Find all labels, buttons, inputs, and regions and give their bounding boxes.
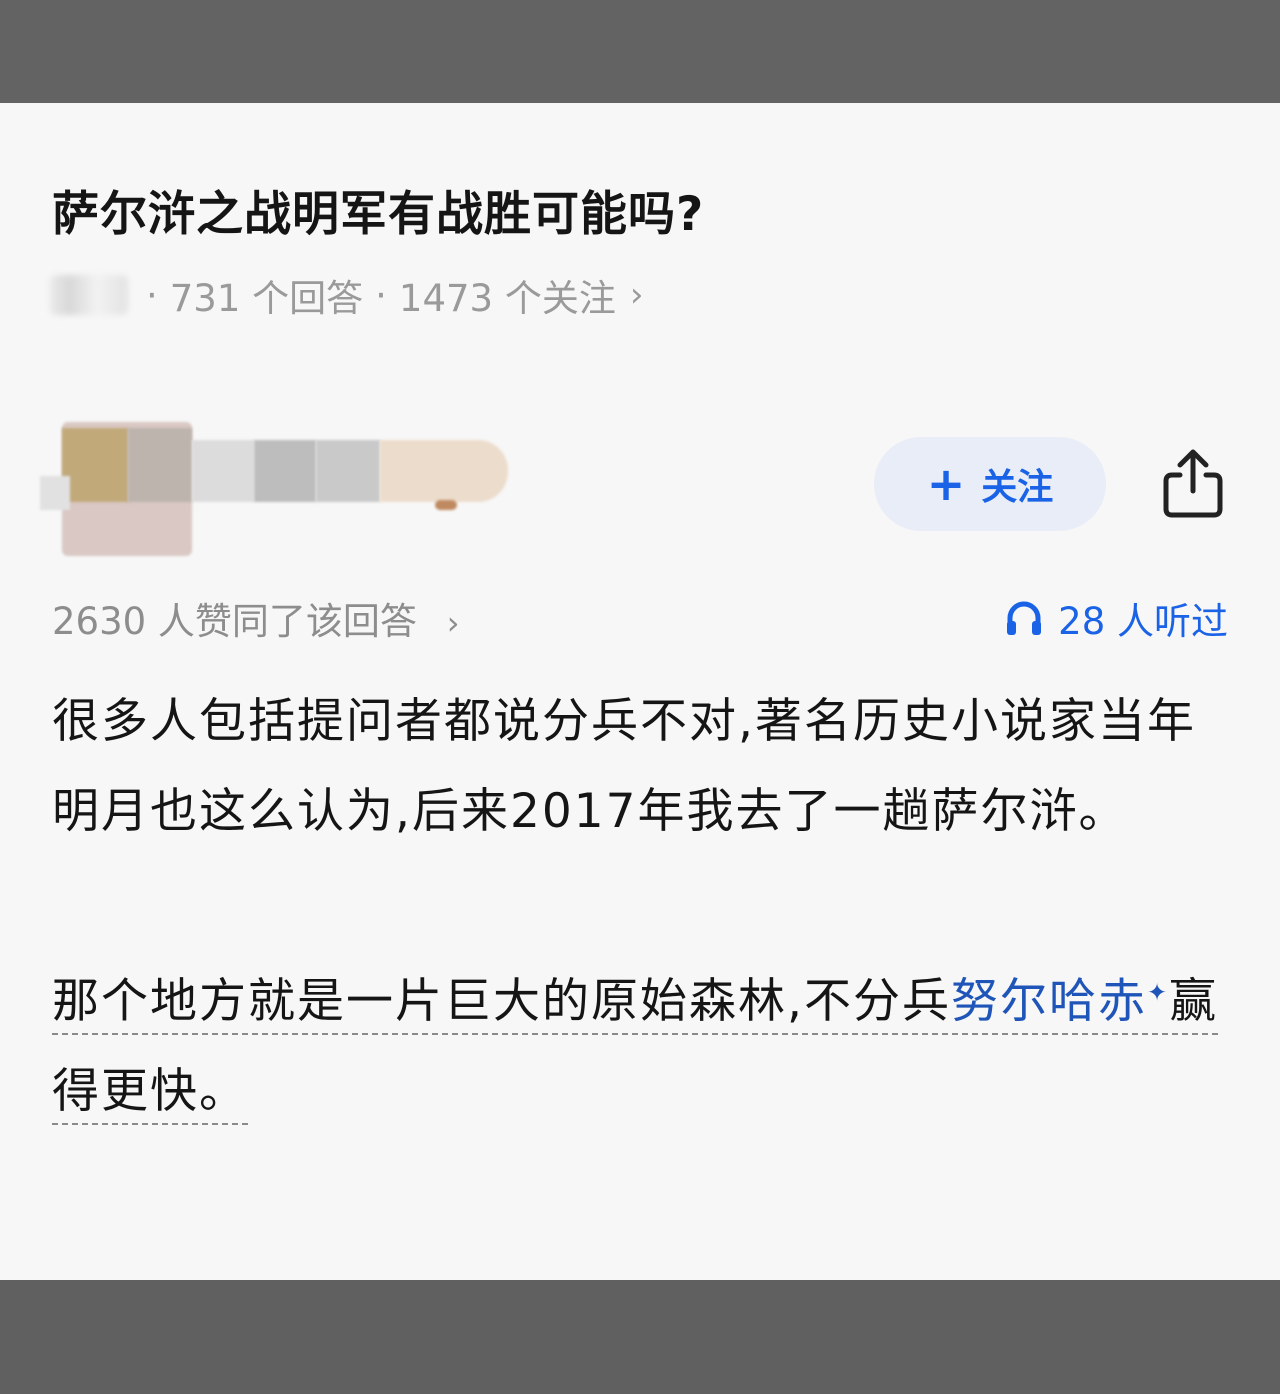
keyword-link-nurhaci[interactable]: 努尔哈赤	[951, 974, 1147, 1029]
answers-count: 731 个回答	[169, 277, 364, 320]
answer-card: 萨尔浒之战明军有战胜可能吗? · 731 个回答 · 1473 个关注 › + …	[0, 103, 1280, 1280]
followers-count: 1473 个关注	[398, 277, 616, 320]
blurred-source-label	[50, 275, 128, 315]
sparkle-icon: ✦	[1146, 978, 1170, 1006]
listen-count: 28 人听过	[1058, 600, 1228, 643]
answer-paragraph: 那个地方就是一片巨大的原始森林,不分兵努尔哈赤✦赢得更快。	[52, 947, 1232, 1137]
answer-paragraph: 很多人包括提问者都说分兵不对,著名历史小说家当年明月也这么认为,后来2017年我…	[52, 694, 1196, 839]
answer-text: 那个地方就是一片巨大的原始森林,不分兵	[52, 973, 951, 1029]
blurred-author-info[interactable]	[40, 418, 510, 558]
chevron-right-icon: ›	[629, 275, 644, 315]
question-title[interactable]: 萨尔浒之战明军有战胜可能吗?	[52, 175, 704, 244]
highlighted-sentence: 那个地方就是一片巨大的原始森林,不分兵努尔哈赤✦赢得更快。	[52, 973, 1219, 1125]
upvote-count-link[interactable]: 2630 人赞同了该回答 ›	[52, 591, 460, 645]
share-icon	[1163, 449, 1223, 518]
meta-separator: ·	[375, 273, 387, 317]
follow-label: 关注	[981, 467, 1054, 508]
question-meta[interactable]: · 731 个回答 · 1473 个关注 ›	[50, 273, 644, 320]
plus-icon: +	[926, 457, 966, 511]
listen-count-button[interactable]: 28 人听过	[1004, 591, 1228, 645]
answer-body: 很多人包括提问者都说分兵不对,著名历史小说家当年明月也这么认为,后来2017年我…	[52, 677, 1232, 1137]
headphones-icon	[1007, 601, 1042, 635]
meta-separator: ·	[146, 273, 158, 317]
bottom-backdrop	[0, 1280, 1280, 1394]
share-button[interactable]	[1158, 443, 1228, 523]
follow-button[interactable]: + 关注	[874, 437, 1106, 531]
upvote-count: 2630 人赞同了该回答	[52, 600, 417, 643]
chevron-right-icon: ›	[446, 604, 460, 642]
